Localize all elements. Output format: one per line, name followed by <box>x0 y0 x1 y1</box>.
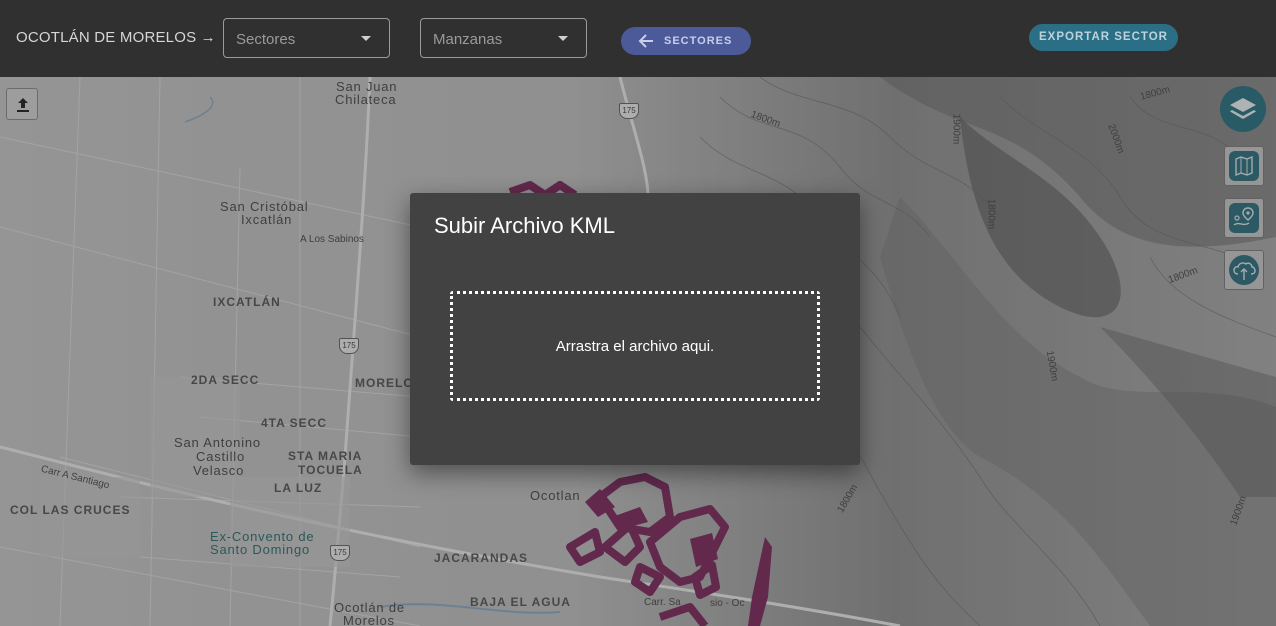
chevron-down-icon <box>558 36 568 41</box>
dialog-title: Subir Archivo KML <box>434 213 615 238</box>
sectores-select[interactable]: Sectores <box>223 18 390 58</box>
export-sector-button[interactable]: EXPORTAR SECTOR <box>1029 24 1178 51</box>
dropzone-text: Arrastra el archivo aqui. <box>555 338 715 355</box>
back-to-sectores-button[interactable]: SECTORES <box>621 27 751 55</box>
top-bar: OCOTLÁN DE MORELOS → Sectores Manzanas S… <box>0 0 1276 77</box>
kml-dropzone[interactable]: Arrastra el archivo aqui. <box>450 291 820 401</box>
manzanas-select[interactable]: Manzanas <box>420 18 587 58</box>
manzanas-select-value: Manzanas <box>433 31 503 48</box>
place-title: OCOTLÁN DE MORELOS → <box>16 29 216 46</box>
back-button-label: SECTORES <box>664 35 733 47</box>
chevron-down-icon <box>361 36 371 41</box>
sectores-select-value: Sectores <box>236 31 296 48</box>
arrow-left-icon <box>638 34 653 48</box>
upload-kml-dialog: Subir Archivo KML Arrastra el archivo aq… <box>410 193 860 465</box>
